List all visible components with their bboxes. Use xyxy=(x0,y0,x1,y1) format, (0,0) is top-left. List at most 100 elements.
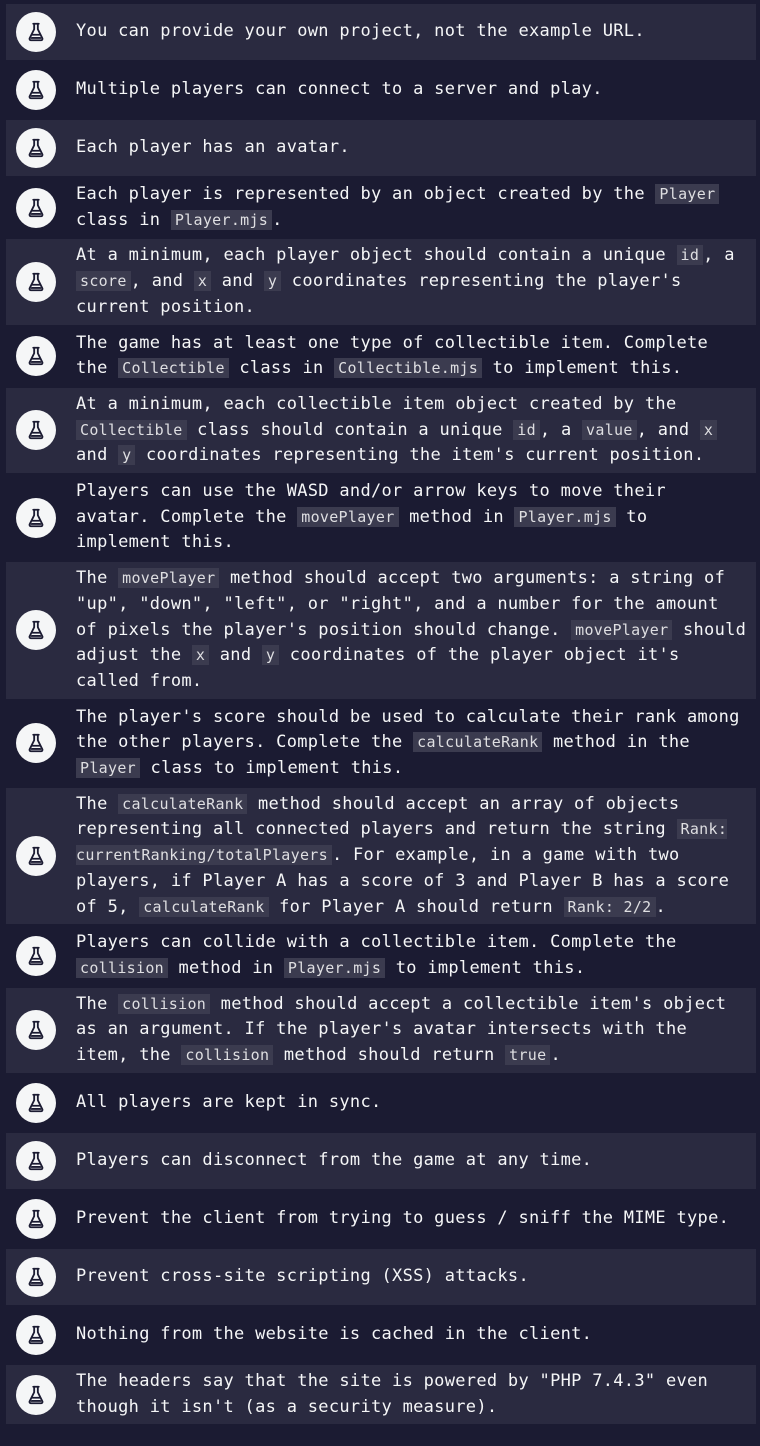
inline-code: Player xyxy=(76,758,140,779)
test-item: At a minimum, each player object should … xyxy=(6,239,756,325)
text-fragment: , a xyxy=(703,245,735,266)
flask-icon xyxy=(16,261,56,302)
inline-code: Player xyxy=(655,184,720,204)
flask-icon xyxy=(16,836,56,877)
text-fragment: class in xyxy=(76,209,171,230)
inline-code: Player.mjs xyxy=(283,957,386,978)
inline-code: calculateRank xyxy=(139,896,269,917)
test-description: Prevent the client from trying to guess … xyxy=(76,1206,735,1232)
flask-icon xyxy=(16,128,56,168)
flask-icon xyxy=(16,12,56,52)
text-fragment: The headers say that the site is powered… xyxy=(76,1370,709,1417)
text-fragment: Players can collide with a collectible i… xyxy=(76,932,677,953)
test-description: The movePlayer method should accept two … xyxy=(76,566,756,695)
text-fragment: Multiple players can connect to a server… xyxy=(76,79,603,100)
text-fragment: The xyxy=(76,793,119,814)
flask-icon xyxy=(16,610,56,651)
text-fragment: The xyxy=(76,993,119,1014)
test-description: Multiple players can connect to a server… xyxy=(76,77,609,103)
inline-code: collision xyxy=(181,1045,274,1066)
flask-icon xyxy=(16,1374,56,1415)
text-fragment: and xyxy=(209,645,262,666)
test-item: You can provide your own project, not th… xyxy=(6,4,756,60)
text-fragment: to implement this. xyxy=(482,358,683,379)
test-description: At a minimum, each player object should … xyxy=(76,243,756,320)
test-description: Each player has an avatar. xyxy=(76,135,356,161)
flask-icon xyxy=(16,1314,56,1355)
inline-code: Player.mjs xyxy=(170,209,273,230)
inline-code: Collectible xyxy=(76,419,187,440)
test-description: The headers say that the site is powered… xyxy=(76,1369,756,1420)
flask-icon xyxy=(16,1256,56,1297)
test-item: Prevent the client from trying to guess … xyxy=(6,1190,756,1247)
text-fragment: coordinates representing the item's curr… xyxy=(135,445,705,466)
text-fragment: . xyxy=(272,209,283,230)
test-item: Prevent cross-site scripting (XSS) attac… xyxy=(6,1248,756,1305)
text-fragment: You can provide your own project, not th… xyxy=(76,21,645,42)
text-fragment: class in xyxy=(228,358,335,379)
inline-code: Player.mjs xyxy=(514,506,616,527)
test-description: The calculateRank method should accept a… xyxy=(76,792,756,921)
test-description: All players are kept in sync. xyxy=(76,1090,388,1116)
test-item: Each player is represented by an object … xyxy=(6,178,756,238)
text-fragment: and xyxy=(211,271,264,292)
text-fragment: and xyxy=(76,445,119,466)
test-item: All players are kept in sync. xyxy=(6,1074,756,1131)
flask-icon xyxy=(16,1198,56,1239)
inline-code: value xyxy=(582,419,637,440)
text-fragment: , and xyxy=(636,419,700,440)
flask-icon xyxy=(16,410,56,451)
test-description: Nothing from the website is cached in th… xyxy=(76,1322,598,1348)
test-item: At a minimum, each collectible item obje… xyxy=(6,387,756,474)
text-fragment: . xyxy=(655,896,667,917)
text-fragment: method should return xyxy=(273,1045,506,1066)
inline-code: x xyxy=(699,419,718,440)
inline-code: Collectible.mjs xyxy=(334,358,483,379)
test-item: Nothing from the website is cached in th… xyxy=(6,1306,756,1363)
text-fragment: method in xyxy=(167,957,284,978)
inline-code: id xyxy=(676,245,704,266)
test-item: Players can collide with a collectible i… xyxy=(6,926,756,986)
text-fragment: , and xyxy=(130,271,194,292)
inline-code: id xyxy=(513,419,540,440)
inline-code: y xyxy=(118,445,136,466)
text-fragment: . xyxy=(550,1045,561,1066)
text-fragment: to implement this. xyxy=(385,957,586,978)
text-fragment: method in the xyxy=(542,732,690,753)
inline-code: movePlayer xyxy=(297,506,399,527)
flask-icon xyxy=(16,497,56,538)
test-item: Multiple players can connect to a server… xyxy=(6,62,756,118)
test-description: Players can disconnect from the game at … xyxy=(76,1148,598,1174)
test-item: The player's score should be used to cal… xyxy=(6,700,756,786)
flask-icon xyxy=(16,723,56,764)
test-item: Players can use the WASD and/or arrow ke… xyxy=(6,475,756,561)
text-fragment: for Player A should return xyxy=(268,896,564,917)
inline-code: movePlayer xyxy=(118,568,220,589)
test-description: Players can collide with a collectible i… xyxy=(76,930,756,981)
inline-code: calculateRank xyxy=(118,793,248,814)
inline-code: y xyxy=(261,645,280,666)
inline-code: y xyxy=(263,271,282,292)
test-item: Players can disconnect from the game at … xyxy=(6,1132,756,1189)
inline-code: true xyxy=(505,1045,551,1066)
text-fragment: , a xyxy=(539,419,583,440)
text-fragment: class should contain a unique xyxy=(186,419,514,440)
test-item: Each player has an avatar. xyxy=(6,120,756,176)
flask-icon xyxy=(16,336,56,377)
inline-code: score xyxy=(76,271,131,292)
text-fragment: Each player has an avatar. xyxy=(76,137,350,158)
text-fragment: Players can disconnect from the game at … xyxy=(76,1149,593,1170)
inline-code: movePlayer xyxy=(571,619,673,640)
test-item: The calculateRank method should accept a… xyxy=(6,787,756,925)
inline-code: x xyxy=(193,271,212,292)
flask-icon xyxy=(16,1082,56,1123)
test-description: The game has at least one type of collec… xyxy=(76,331,756,382)
flask-icon xyxy=(16,1010,56,1051)
inline-code: collision xyxy=(118,993,211,1014)
test-description: Players can use the WASD and/or arrow ke… xyxy=(76,479,756,556)
text-fragment: Nothing from the website is cached in th… xyxy=(76,1323,593,1344)
text-fragment: All players are kept in sync. xyxy=(76,1091,382,1112)
test-item: The game has at least one type of collec… xyxy=(6,326,756,386)
test-description: You can provide your own project, not th… xyxy=(76,19,651,45)
inline-code: x xyxy=(191,645,210,666)
